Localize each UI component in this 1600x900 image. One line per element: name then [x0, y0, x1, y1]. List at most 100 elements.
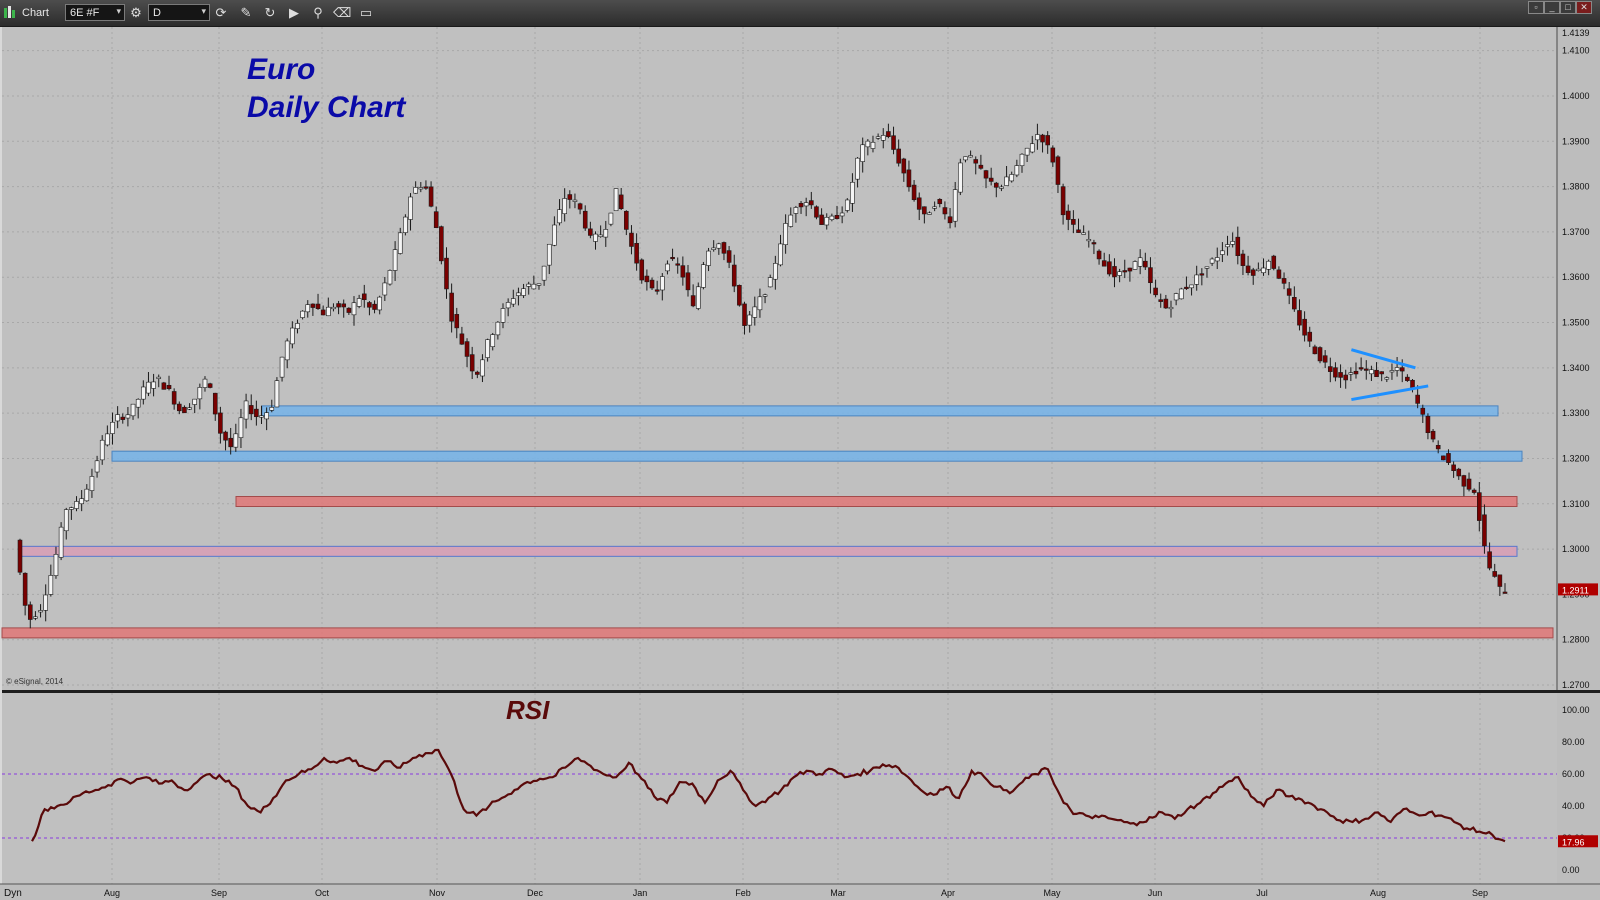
mode-label[interactable]: Dyn: [4, 888, 22, 899]
rsi-tick-label: 0.00: [1562, 865, 1580, 875]
support-zone[interactable]: [19, 545, 1518, 557]
support-zone[interactable]: [261, 405, 1499, 417]
candle-bear: [212, 392, 218, 415]
time-tick-label: Apr: [941, 888, 955, 898]
candle-bear: [161, 382, 167, 390]
candle-bull: [562, 198, 567, 215]
candle-bull: [331, 306, 336, 310]
comment-icon[interactable]: ▭: [357, 4, 375, 21]
candle-bear: [336, 303, 341, 308]
candle-bull: [880, 135, 886, 141]
candle-bull: [156, 376, 162, 379]
symbol-dropdown-icon[interactable]: ▾: [116, 6, 121, 17]
chart-area[interactable]: 1.4139 1.4100 1.4000 1.3900 1.3800 1.3700 1.36…: [0, 27, 1600, 900]
interval-select[interactable]: D ▾: [148, 4, 210, 21]
candle-bear: [454, 314, 460, 329]
close-window-icon[interactable]: ✕: [1576, 1, 1592, 14]
candle-bear: [993, 182, 999, 188]
candle-bear: [742, 303, 747, 326]
symbol-input[interactable]: 6E #F ▾: [65, 4, 125, 21]
candle-bull: [510, 298, 516, 305]
maximize-window-icon[interactable]: □: [1560, 1, 1576, 14]
candle-bear: [588, 228, 593, 236]
candle-bear: [1065, 210, 1071, 220]
candle-bear: [911, 184, 917, 201]
play-icon[interactable]: ▶: [285, 4, 303, 21]
candle-bear: [182, 406, 187, 414]
candle-bear: [634, 243, 639, 264]
candle-bear: [1446, 453, 1451, 463]
candle-bear: [464, 341, 470, 357]
window-toolbar: Chart 6E #F ▾ ⚙ D ▾ ⟳ ✎ ↻ ▶ ⚲ ⌫ ▭ ▫ _ □ …: [0, 0, 1600, 27]
candle-bull: [259, 415, 264, 418]
candle-bull: [516, 292, 521, 296]
candle-bull: [115, 414, 120, 422]
candle-bear: [922, 206, 927, 215]
candle-bull: [1394, 367, 1400, 371]
candle-bull: [546, 243, 552, 266]
candle-bear: [1456, 468, 1462, 477]
cycle-icon[interactable]: ⟳: [212, 4, 230, 21]
candle-bull: [382, 282, 388, 296]
candle-bull: [305, 304, 311, 313]
support-zone[interactable]: [235, 495, 1518, 507]
time-tick-label: Sep: [211, 888, 227, 898]
minimize-window-icon[interactable]: _: [1544, 1, 1560, 14]
candle-bull: [1225, 244, 1230, 248]
candle-bull: [788, 214, 794, 227]
candle-bear: [1096, 250, 1102, 260]
candle-bear: [834, 214, 840, 220]
candle-bull: [84, 488, 90, 502]
candle-bull: [829, 215, 835, 220]
window-title: Chart: [22, 7, 49, 19]
time-tick-label: Mar: [830, 888, 846, 898]
pencil-draw-icon[interactable]: ✎: [237, 4, 255, 21]
candle-bear: [1158, 299, 1164, 302]
panel-separator[interactable]: [2, 690, 1600, 693]
candle-bear: [423, 186, 429, 189]
candle-bear: [891, 135, 896, 150]
candle-bull: [146, 381, 151, 394]
zoom-icon[interactable]: ⚲: [309, 4, 327, 21]
time-tick-label: Dec: [527, 888, 544, 898]
candle-bear: [721, 242, 727, 254]
candle-bear: [223, 431, 228, 441]
candle-bull: [238, 417, 244, 438]
candle-bull: [660, 276, 665, 291]
candle-bear: [341, 303, 347, 308]
candle-bull: [706, 250, 711, 266]
support-zone[interactable]: [1, 627, 1554, 639]
candle-bull: [1035, 134, 1040, 141]
candle-bear: [809, 200, 814, 206]
rsi-panel-bg: [2, 693, 1557, 884]
candle-bear: [1302, 318, 1307, 336]
time-tick-label: Jun: [1148, 888, 1163, 898]
candle-bull: [1009, 174, 1015, 182]
candle-bear: [166, 384, 172, 390]
candle-bear: [27, 604, 33, 620]
eraser-icon[interactable]: ⌫: [333, 4, 351, 21]
support-zone[interactable]: [111, 450, 1523, 462]
restore-window-icon[interactable]: ▫: [1528, 1, 1544, 14]
candle-bear: [1307, 331, 1313, 342]
candle-bull: [1086, 239, 1092, 242]
interval-dropdown-icon[interactable]: ▾: [201, 6, 206, 17]
candle-bull: [665, 263, 670, 272]
candle-bear: [983, 170, 989, 179]
candle-bear: [1050, 147, 1056, 163]
candle-bear: [1184, 286, 1189, 289]
price-tick-label: 1.2700: [1562, 680, 1590, 690]
refresh-icon[interactable]: ↻: [261, 4, 279, 21]
rsi-tick-label: 60.00: [1562, 769, 1585, 779]
price-tick-label: 1.4100: [1562, 46, 1590, 56]
candle-bear: [475, 371, 480, 375]
rsi-tick-label: 80.00: [1562, 737, 1585, 747]
candle-bear: [22, 572, 28, 606]
candle-bear: [1420, 407, 1426, 415]
settings-gear-icon[interactable]: ⚙: [127, 4, 145, 21]
candle-bear: [439, 226, 444, 262]
candle-bear: [361, 293, 367, 300]
candle-bear: [1358, 367, 1364, 370]
candle-bull: [865, 140, 871, 148]
price-tick-label: 1.4000: [1562, 91, 1590, 101]
